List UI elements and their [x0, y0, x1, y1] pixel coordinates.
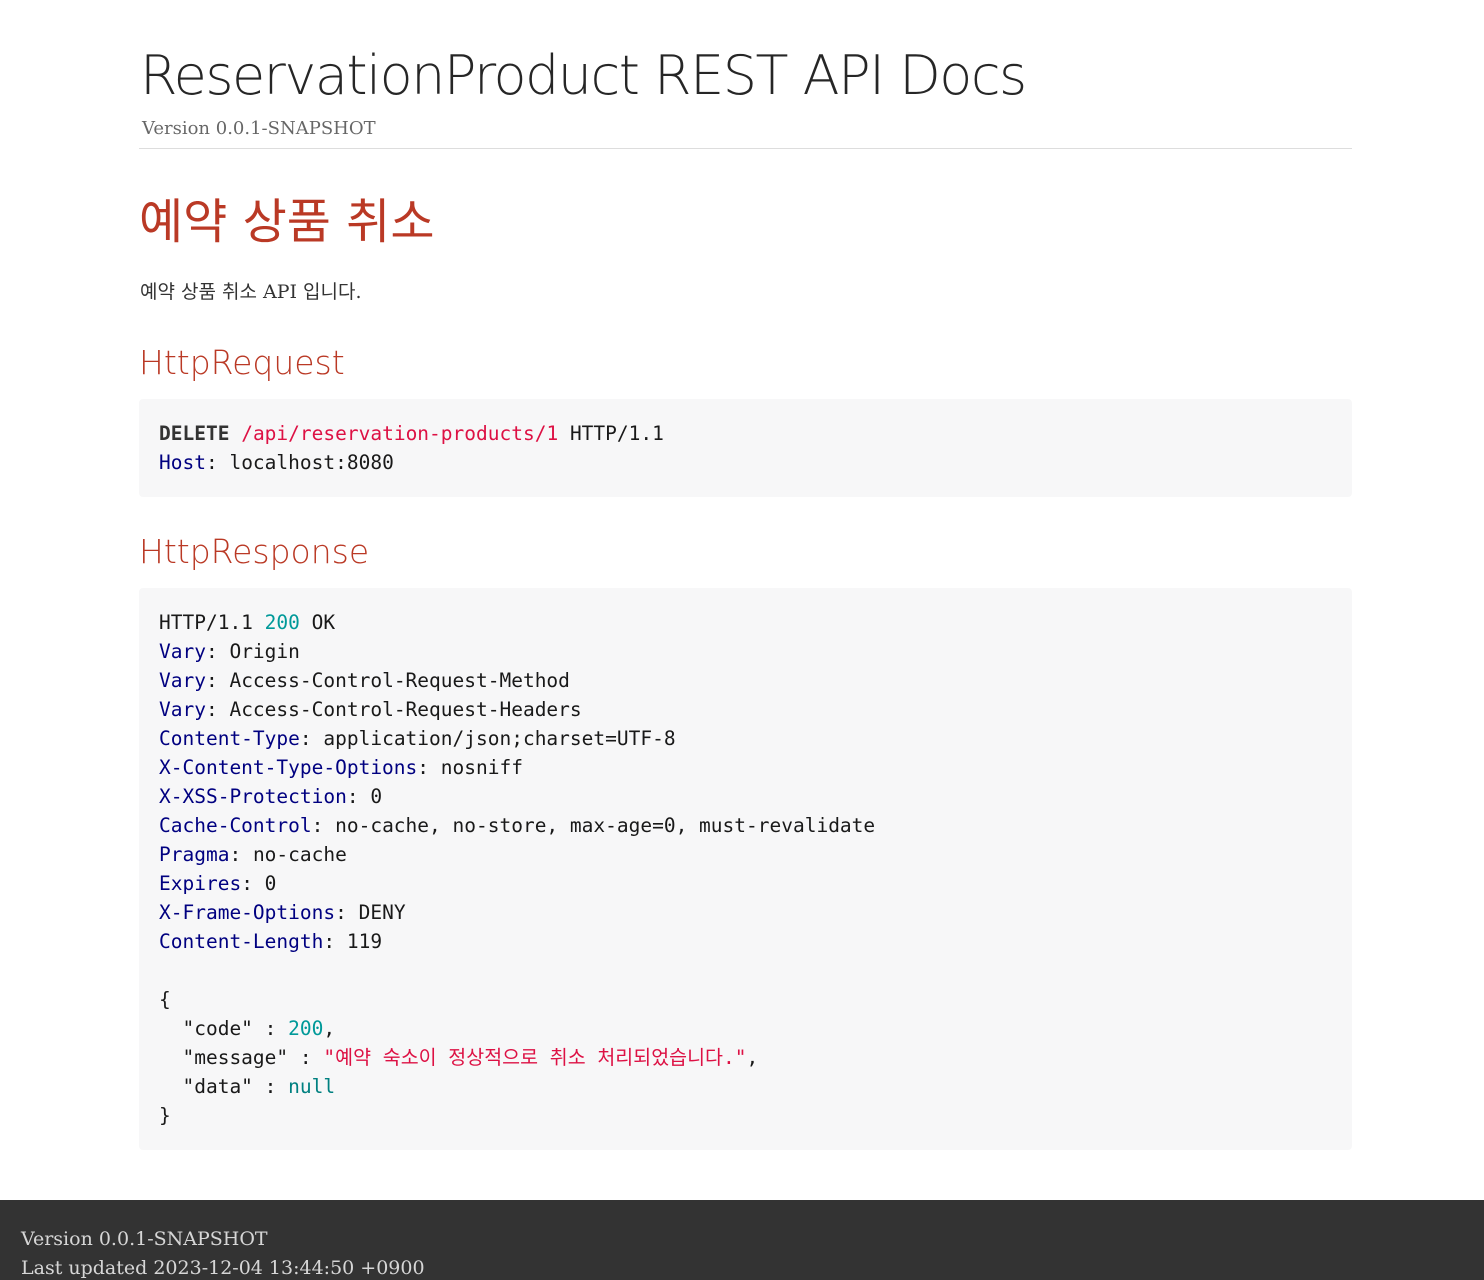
footer-text: Version 0.0.1-SNAPSHOT Last updated 2023…: [21, 1225, 425, 1280]
section-title: 예약 상품 취소: [139, 194, 435, 250]
doc-footer: Version 0.0.1-SNAPSHOT Last updated 2023…: [0, 1200, 1484, 1280]
json-key-data: "data": [182, 1075, 253, 1098]
response-header-value: application/json;charset=UTF-8: [323, 727, 676, 750]
response-header-value: Origin: [229, 640, 300, 663]
response-header-value: Access-Control-Request-Headers: [229, 698, 582, 721]
response-header-name: X-XSS-Protection: [159, 785, 347, 808]
response-header-value: 0: [370, 785, 383, 808]
http-request-title: HttpRequest: [139, 343, 345, 382]
request-path: /api/reservation-products/1: [241, 422, 559, 445]
json-value-code: 200: [288, 1017, 324, 1040]
response-header-value: Access-Control-Request-Method: [229, 669, 570, 692]
request-protocol: HTTP/1.1: [569, 422, 664, 445]
request-header-name: Host: [159, 451, 206, 474]
response-header-value: 119: [346, 930, 383, 953]
json-key-code: "code": [182, 1017, 253, 1040]
response-header-name: Cache-Control: [159, 814, 312, 837]
response-status-code: 200: [264, 611, 300, 634]
response-header-value: nosniff: [440, 756, 523, 779]
response-header-name: Pragma: [159, 843, 230, 866]
response-header-name: Content-Length: [159, 930, 324, 953]
response-header-name: Expires: [159, 872, 242, 895]
response-header-name: Vary: [159, 669, 206, 692]
json-value-message: "예약 숙소이 정상적으로 취소 처리되었습니다.": [323, 1046, 747, 1069]
response-header-name: Vary: [159, 698, 206, 721]
doc-version: Version 0.0.1-SNAPSHOT: [142, 118, 376, 139]
response-header-value: no-cache, no-store, max-age=0, must-reva…: [335, 814, 876, 837]
doc-header: ReservationProduct REST API Docs Version…: [139, 42, 1352, 149]
response-header-name: Content-Type: [159, 727, 300, 750]
request-header-value: localhost:8080: [229, 451, 394, 474]
http-response-title: HttpResponse: [139, 532, 370, 571]
section-description: 예약 상품 취소 API 입니다.: [140, 281, 362, 303]
http-response-code: HTTP/1.1 200 OK Vary: Origin Vary: Acces…: [159, 611, 876, 1127]
footer-version: Version 0.0.1-SNAPSHOT: [21, 1228, 268, 1250]
response-header-value: no-cache: [252, 843, 347, 866]
response-protocol: HTTP/1.1: [159, 611, 253, 634]
response-header-name: X-Frame-Options: [159, 901, 336, 924]
response-header-value: DENY: [358, 901, 406, 924]
http-response-code-block: HTTP/1.1 200 OK Vary: Origin Vary: Acces…: [139, 588, 1352, 1150]
footer-last-updated: Last updated 2023-12-04 13:44:50 +0900: [21, 1257, 425, 1279]
json-value-data: null: [288, 1075, 336, 1098]
http-request-code-block: DELETE /api/reservation-products/1 HTTP/…: [139, 399, 1352, 497]
doc-title: ReservationProduct REST API Docs: [140, 44, 1027, 107]
response-status-text: OK: [311, 611, 336, 634]
response-header-name: Vary: [159, 640, 206, 663]
json-key-message: "message": [182, 1046, 289, 1069]
response-header-value: 0: [264, 872, 277, 895]
response-header-name: X-Content-Type-Options: [159, 756, 418, 779]
request-method: DELETE: [159, 422, 230, 445]
http-request-code: DELETE /api/reservation-products/1 HTTP/…: [159, 422, 664, 474]
